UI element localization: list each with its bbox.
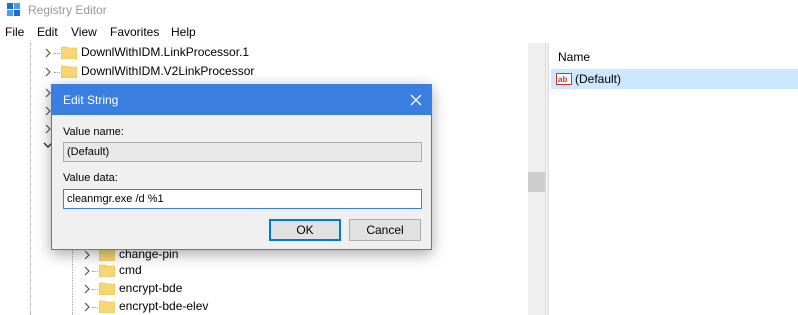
- value-name-label: Value name:: [63, 126, 124, 138]
- folder-icon: [99, 300, 115, 313]
- chevron-right-icon[interactable]: [82, 284, 92, 294]
- value-row-default[interactable]: ab (Default): [551, 69, 798, 89]
- tree-item-label: DownlWithIDM.V2LinkProcessor: [81, 64, 255, 78]
- tree-item-label: cmd: [119, 263, 142, 277]
- folder-icon: [99, 264, 115, 277]
- column-header-name[interactable]: Name: [558, 50, 590, 64]
- dialog-titlebar[interactable]: Edit String: [52, 85, 431, 115]
- tree-item[interactable]: cmd: [0, 262, 527, 280]
- tree-scrollbar-thumb[interactable]: [528, 172, 545, 192]
- edit-string-dialog: Edit String Value name: (Default) Value …: [51, 84, 432, 250]
- tree-item[interactable]: DownlWithIDM.LinkProcessor.1: [0, 44, 527, 62]
- menu-help[interactable]: Help: [171, 25, 196, 39]
- registry-editor-icon: [7, 3, 20, 16]
- menu-edit[interactable]: Edit: [37, 25, 58, 39]
- close-icon[interactable]: [401, 85, 431, 115]
- chevron-right-icon[interactable]: [82, 302, 92, 312]
- value-name-field: (Default): [63, 142, 422, 162]
- chevron-right-icon[interactable]: [43, 67, 53, 77]
- menu-view[interactable]: View: [71, 25, 97, 39]
- tree-item-label: DownlWithIDM.LinkProcessor.1: [81, 45, 250, 59]
- folder-icon: [61, 46, 77, 59]
- string-value-icon: ab: [556, 73, 572, 85]
- chevron-right-icon[interactable]: [82, 266, 92, 276]
- cancel-button[interactable]: Cancel: [349, 219, 421, 241]
- value-data-input[interactable]: [63, 189, 422, 209]
- tree-item-label: encrypt-bde-elev: [119, 299, 209, 313]
- menu-favorites[interactable]: Favorites: [110, 25, 159, 39]
- tree-item[interactable]: encrypt-bde: [0, 280, 527, 298]
- value-data-label: Value data:: [63, 172, 118, 184]
- svg-text:ab: ab: [558, 75, 567, 84]
- menu-bar: File Edit View Favorites Help: [0, 23, 798, 43]
- window-titlebar: Registry Editor: [0, 0, 798, 22]
- chevron-right-icon[interactable]: [82, 250, 92, 260]
- values-pane[interactable]: Name ab (Default): [549, 43, 798, 315]
- folder-icon: [61, 65, 77, 78]
- window-title: Registry Editor: [28, 3, 107, 17]
- value-name: (Default): [575, 72, 622, 86]
- chevron-right-icon[interactable]: [43, 48, 53, 58]
- tree-item[interactable]: DownlWithIDM.V2LinkProcessor: [0, 63, 527, 81]
- menu-file[interactable]: File: [5, 25, 24, 39]
- dialog-title: Edit String: [63, 93, 119, 107]
- ok-button[interactable]: OK: [269, 219, 341, 241]
- tree-item-label: encrypt-bde: [119, 281, 183, 295]
- tree-item[interactable]: encrypt-bde-elev: [0, 298, 527, 315]
- folder-icon: [99, 282, 115, 295]
